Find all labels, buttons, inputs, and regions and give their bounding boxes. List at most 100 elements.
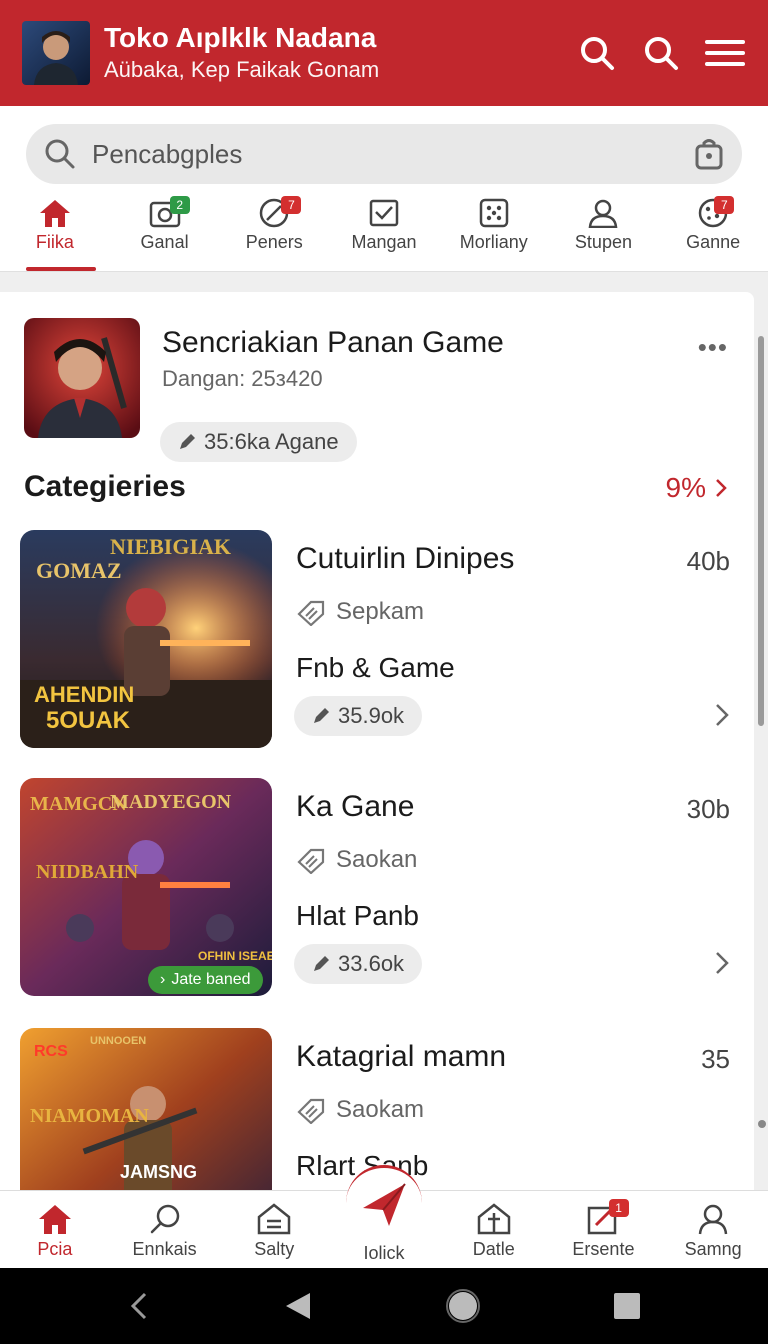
system-nav-bar (0, 1268, 768, 1344)
search-placeholder: Pencabgples (92, 138, 243, 169)
chevron-right-icon: › (160, 971, 166, 988)
svg-text:UNNOOEN: UNNOOEN (90, 1035, 146, 1047)
nav-item-datle[interactable]: Datle (439, 1191, 549, 1268)
search-icon[interactable] (576, 32, 618, 74)
game-tag: Sepkam (296, 598, 424, 626)
featured-item[interactable]: Sencriakian Panan Game Dangan: 25з420 35… (24, 318, 732, 462)
chevron-right-icon (716, 479, 727, 497)
section-see-all-link[interactable]: 9% (666, 472, 728, 504)
nav-badge: 1 (608, 1199, 629, 1217)
chevron-right-icon[interactable] (714, 702, 730, 728)
scrollbar[interactable] (758, 336, 764, 726)
store-avatar[interactable] (22, 21, 90, 85)
nav-label: Samng (684, 1239, 742, 1259)
tag-icon (297, 600, 325, 626)
user-icon (589, 199, 618, 228)
svg-text:JAMSNG: JAMSNG (120, 1162, 197, 1182)
svg-text:AHENDIN: AHENDIN (34, 682, 134, 707)
center-action-button[interactable] (346, 1165, 423, 1241)
featured-image (24, 318, 140, 438)
svg-text:MADYEGON: MADYEGON (110, 791, 232, 813)
home-button-icon[interactable] (445, 1289, 480, 1323)
game-stat-pill[interactable]: 33.6ok (294, 944, 423, 984)
game-subtitle: Hlat Panb (296, 900, 419, 931)
svg-text:NIAMOMAN: NIAMOMAN (30, 1105, 149, 1127)
game-title: Ka Gane (296, 790, 415, 823)
search-icon (45, 139, 75, 169)
svg-text:OFHIN ISEAE: OFHIN ISEAE (198, 949, 272, 963)
tab-badge: 2 (169, 196, 190, 214)
tab-fiika[interactable]: Fiika (0, 190, 110, 271)
pencil-icon (314, 956, 329, 971)
app-title: Toko Aıplklk Nadana (104, 22, 377, 53)
home-icon (39, 200, 70, 227)
category-tabs: Fiika 2 Ganal 7 Peners Mangan Morliany S… (0, 190, 768, 272)
svg-text:NIIDBAHN: NIIDBAHN (36, 861, 139, 883)
tab-badge: 7 (714, 196, 735, 214)
game-title: Cutuirlin Dinipes (296, 542, 515, 575)
tag-icon (297, 848, 325, 874)
pencil-icon (314, 708, 329, 723)
tab-ganal[interactable]: 2 Ganal (110, 190, 220, 271)
search-area: Pencabgples (0, 106, 768, 190)
game-stat: 33.6ok (338, 951, 405, 976)
nav-label: Ersente (572, 1239, 635, 1259)
more-options-icon[interactable]: ••• (698, 332, 728, 363)
nav-item-salty[interactable]: Salty (219, 1191, 329, 1268)
tab-ganne[interactable]: 7 Ganne (658, 190, 768, 271)
tab-label: Ganne (686, 232, 741, 252)
game-subtitle: Fnb & Game (296, 652, 455, 683)
back-icon[interactable] (284, 1291, 312, 1321)
thumbnail-badge-label: Jate baned (171, 971, 251, 988)
featured-title: Sencriakian Panan Game (162, 326, 504, 359)
featured-subtitle: Dangan: 25з420 (162, 366, 323, 391)
scroll-indicator (758, 1120, 766, 1128)
game-list-item[interactable]: GOMAZ NIEBIGIAK AHENDIN 5OUAK Cutuirlin … (20, 530, 734, 748)
app-subtitle: Aübaka, Kep Faikak Gonam (104, 57, 380, 82)
nav-item-ennkais[interactable]: Ennkais (110, 1191, 220, 1268)
search-input[interactable]: Pencabgples (26, 124, 742, 184)
tab-morliany[interactable]: Morliany (439, 190, 549, 271)
game-count: 40b (686, 546, 730, 576)
nav-label: Pcia (37, 1239, 73, 1259)
nav-item-pcia[interactable]: Pcia (0, 1191, 110, 1268)
svg-text:GOMAZ: GOMAZ (36, 558, 122, 583)
app-screen: Toko Aıplklk Nadana Aübaka, Kep Faikak G… (0, 0, 768, 1344)
svg-text:5OUAK: 5OUAK (46, 707, 131, 734)
game-tag-label: Sepkam (336, 598, 425, 625)
bag-icon[interactable] (694, 138, 724, 170)
nav-label: Iolick (363, 1243, 405, 1263)
section-title: Categieries (24, 470, 186, 503)
game-thumbnail: RCS UNNOOEN NIAMOMAN JAMSNG (20, 1028, 272, 1192)
game-stat-pill[interactable]: 35.9ok (294, 696, 423, 736)
game-tag: Saokam (296, 1096, 424, 1124)
tab-label: Morliany (459, 232, 528, 252)
nav-item-samng[interactable]: Samng (658, 1191, 768, 1268)
tab-peners[interactable]: 7 Peners (219, 190, 329, 271)
search-icon[interactable] (640, 32, 682, 74)
pencil-icon (180, 434, 195, 449)
user-icon (698, 1204, 728, 1235)
bottom-navigation: Pcia Ennkais Salty Iolick Datle 1 Ersent… (0, 1165, 768, 1268)
check-box-icon (369, 199, 399, 227)
search-icon (150, 1204, 179, 1234)
game-count: 35 (701, 1044, 730, 1074)
tab-label: Fiika (35, 232, 74, 252)
menu-icon[interactable] (704, 32, 746, 74)
tab-mangan[interactable]: Mangan (329, 190, 439, 271)
tab-stupen[interactable]: Stupen (549, 190, 659, 271)
chevron-right-icon[interactable] (714, 950, 730, 976)
tab-badge: 7 (281, 196, 302, 214)
game-list-item[interactable]: MAMGCN MADYEGON NIIDBAHN OFHIN ISEAE › J… (20, 778, 734, 996)
recents-icon[interactable] (613, 1292, 641, 1320)
game-count: 30b (686, 794, 730, 824)
back-chevron-icon[interactable] (127, 1291, 151, 1321)
game-title: Katagrial mamn (296, 1040, 507, 1073)
featured-stat: 35:6ka Agane (204, 429, 339, 454)
house-outline-icon (477, 1203, 510, 1235)
nav-item-ersente[interactable]: 1 Ersente (549, 1191, 659, 1268)
nav-item-iolick[interactable]: Iolick (329, 1165, 439, 1268)
tab-label: Peners (245, 232, 303, 252)
game-thumbnail: GOMAZ NIEBIGIAK AHENDIN 5OUAK (20, 530, 272, 748)
featured-stat-pill[interactable]: 35:6ka Agane (160, 422, 357, 462)
